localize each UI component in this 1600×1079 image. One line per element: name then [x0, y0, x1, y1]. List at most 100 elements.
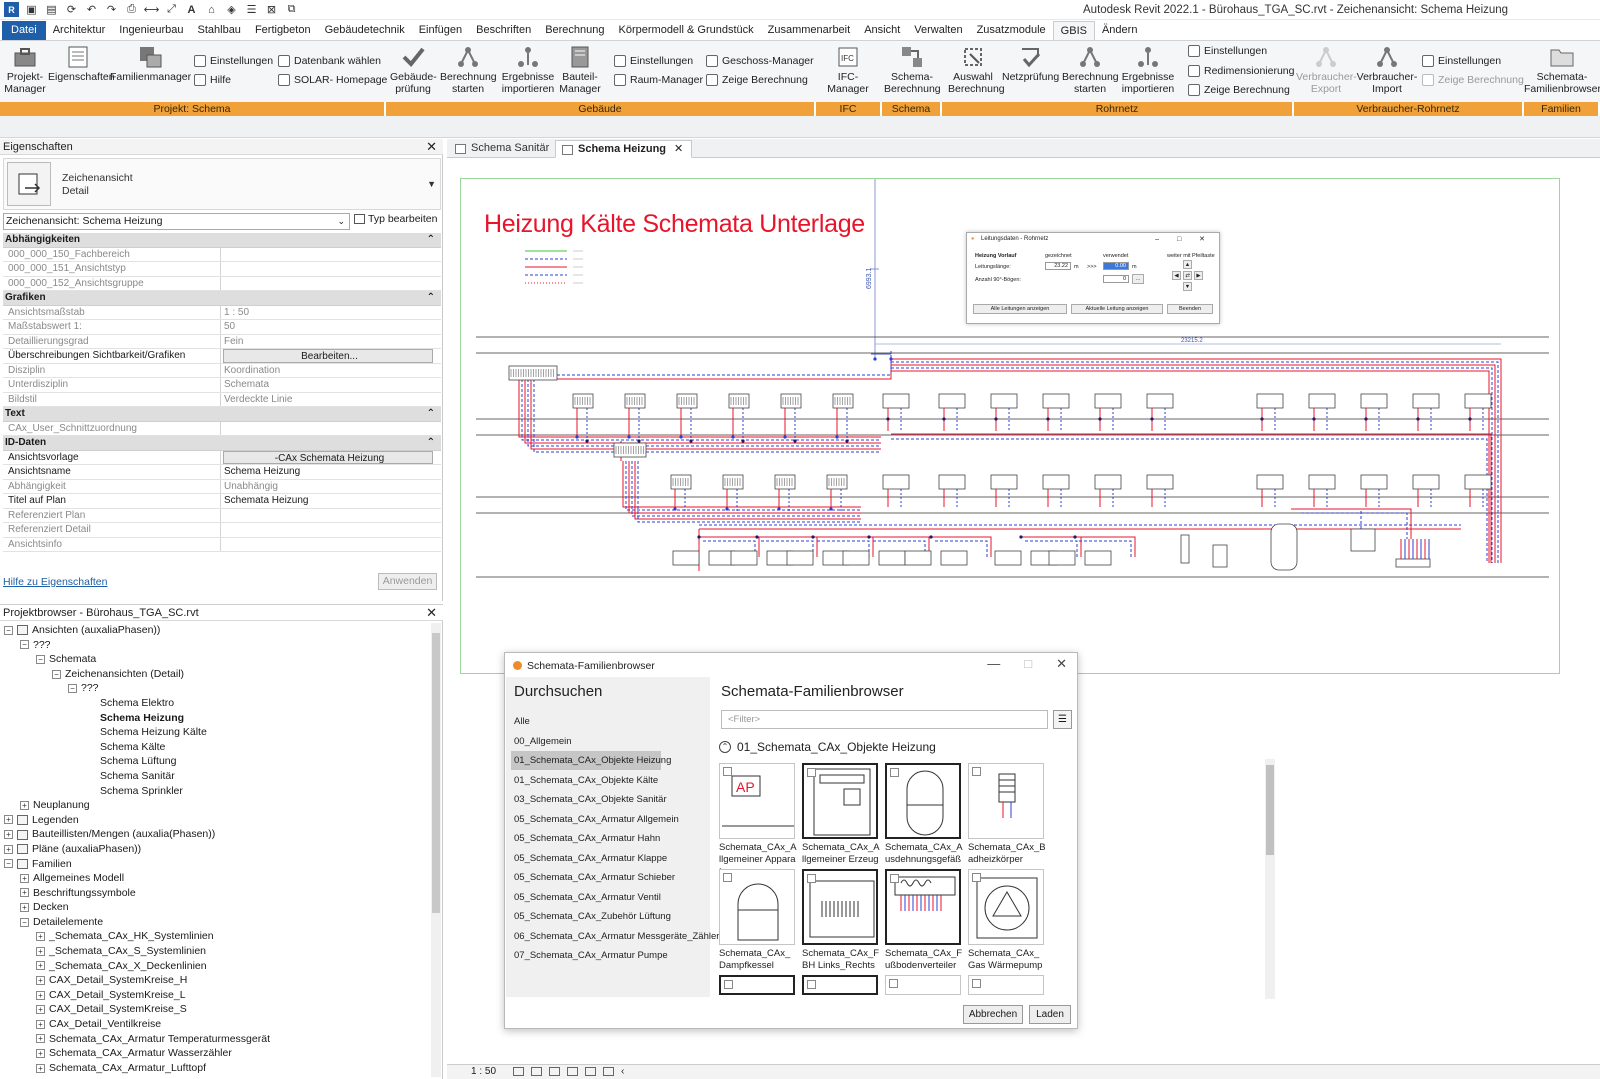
- pin-icon[interactable]: [567, 1067, 578, 1076]
- tree-node[interactable]: + Beschriftungssymbole: [0, 886, 428, 901]
- gebaeude-ergebnisse-button[interactable]: Ergebnisse importieren: [500, 44, 556, 95]
- ifc-manager-button[interactable]: IFC IFC-Manager: [819, 44, 877, 95]
- edit-type-button[interactable]: Typ bearbeiten: [354, 213, 437, 225]
- family-category-item[interactable]: 06_Schemata_CAx_Armatur Messgeräte_Zähle…: [511, 927, 719, 946]
- familienmanager-button[interactable]: Familienmanager: [110, 44, 191, 83]
- property-value[interactable]: Bearbeiten...: [223, 349, 433, 363]
- tree-node[interactable]: Schema Heizung: [0, 711, 428, 726]
- expand-icon[interactable]: +: [36, 1063, 45, 1073]
- tile-checkbox[interactable]: [972, 979, 981, 988]
- rohrnetz-einstellungen-button[interactable]: Einstellungen: [1188, 45, 1267, 57]
- datenbank-button[interactable]: Datenbank wählen: [278, 55, 381, 67]
- tree-node[interactable]: + CAX_Detail_SystemKreise_H: [0, 973, 428, 988]
- view-scale[interactable]: 1 : 50: [471, 1065, 496, 1079]
- expand-icon[interactable]: +: [4, 830, 13, 840]
- expand-icon[interactable]: +: [36, 1019, 45, 1029]
- tab-ansicht[interactable]: Ansicht: [857, 21, 907, 40]
- family-tile[interactable]: Schemata_CAx_Badheizkörper: [968, 763, 1046, 866]
- tile-checkbox[interactable]: [972, 873, 981, 882]
- hilfe-button[interactable]: Hilfe: [194, 74, 231, 86]
- show-current-pipe-button[interactable]: Aktuelle Leitung anzeigen: [1071, 304, 1163, 314]
- tile-checkbox[interactable]: [807, 768, 816, 777]
- tree-node[interactable]: + CAx_Detail_Ventilkreise: [0, 1017, 428, 1032]
- family-category-item[interactable]: 05_Schemata_CAx_Armatur Schieber: [511, 868, 675, 887]
- tab-einfügen[interactable]: Einfügen: [412, 21, 469, 40]
- tab-berechnung[interactable]: Berechnung: [538, 21, 611, 40]
- collapse-icon[interactable]: −: [4, 859, 13, 869]
- undo-icon[interactable]: ↶: [84, 2, 99, 17]
- dropdown-arrow-icon[interactable]: ▼: [427, 179, 436, 189]
- verbraucher-einstellungen-button[interactable]: Einstellungen: [1422, 55, 1501, 67]
- tab-architektur[interactable]: Architektur: [46, 21, 113, 40]
- apply-button[interactable]: Anwenden: [378, 573, 437, 590]
- scroll-thumb[interactable]: [432, 633, 440, 913]
- tree-node[interactable]: + Legenden: [0, 813, 428, 828]
- family-category-item[interactable]: 01_Schemata_CAx_Objekte Heizung: [511, 751, 671, 770]
- visual-style-icon[interactable]: [531, 1067, 542, 1076]
- geschoss-manager-button[interactable]: Geschoss-Manager: [706, 55, 814, 67]
- projekt-einstellungen-button[interactable]: Einstellungen: [194, 55, 273, 67]
- tab-körpermodell-grundstück[interactable]: Körpermodell & Grundstück: [612, 21, 761, 40]
- load-button[interactable]: Laden: [1029, 1005, 1071, 1024]
- tree-node[interactable]: + Schemata_CAx_Armatur Temperaturmessgerä…: [0, 1032, 428, 1047]
- expand-icon[interactable]: +: [4, 815, 13, 825]
- browser-scrollbar[interactable]: [431, 623, 441, 1077]
- family-category-item[interactable]: 05_Schemata_CAx_Zubehör Lüftung: [511, 907, 671, 926]
- property-category[interactable]: Text ⌃: [3, 407, 441, 422]
- schemata-familienbrowser-button[interactable]: Schemata-Familienbrowser: [1524, 44, 1600, 95]
- family-tile[interactable]: Schemata_CAx_Fußbodenverteiler_...: [885, 869, 963, 984]
- tree-node[interactable]: Schema Heizung Kälte: [0, 725, 428, 740]
- expand-icon[interactable]: +: [36, 946, 45, 956]
- tree-node[interactable]: + CAX_Detail_SystemKreise_S: [0, 1002, 428, 1017]
- length-used-field[interactable]: 0.00: [1103, 262, 1129, 270]
- minimize-icon[interactable]: —: [987, 656, 1000, 672]
- hide-icon[interactable]: [603, 1067, 614, 1076]
- sun-path-icon[interactable]: [549, 1067, 560, 1076]
- collapse-icon[interactable]: −: [4, 625, 13, 635]
- tree-node[interactable]: − Zeichenansichten (Detail): [0, 667, 428, 682]
- print-icon[interactable]: ⎙: [124, 2, 139, 17]
- expand-icon[interactable]: +: [36, 990, 45, 1000]
- family-tile[interactable]: APSchemata_CAx_Allgemeiner Apparat: [719, 763, 797, 878]
- family-tile[interactable]: Schemata_CAx_Gas Wärmepumpe: [968, 869, 1046, 984]
- type-selector[interactable]: Zeichenansicht Detail ▼: [3, 158, 441, 210]
- rohrnetz-ergebnisse-button[interactable]: Ergebnisse importieren: [1120, 44, 1176, 95]
- expand-icon[interactable]: +: [36, 1034, 45, 1044]
- gebaeude-pruefung-button[interactable]: Gebäude-prüfung: [390, 44, 437, 95]
- tree-node[interactable]: + Allgemeines Modell: [0, 871, 428, 886]
- switch-windows-icon[interactable]: ⧉: [284, 2, 299, 17]
- tile-checkbox[interactable]: [889, 979, 898, 988]
- arrow-up-icon[interactable]: ▲: [1183, 260, 1192, 269]
- detail-level-icon[interactable]: [513, 1067, 524, 1076]
- arrow-right-icon[interactable]: ▶: [1194, 271, 1203, 280]
- tile-checkbox[interactable]: [807, 874, 816, 883]
- redimensionierung-button[interactable]: Redimensionierung: [1188, 65, 1294, 77]
- swap-icon[interactable]: ⇄: [1183, 271, 1192, 280]
- measure-icon[interactable]: ⟷: [144, 2, 160, 17]
- bends-field[interactable]: 0: [1103, 275, 1129, 283]
- netzpruefung-button[interactable]: Netzprüfung: [1002, 44, 1059, 83]
- tab-zusammenarbeit[interactable]: Zusammenarbeit: [761, 21, 858, 40]
- end-button[interactable]: Beenden: [1167, 304, 1213, 314]
- expand-icon[interactable]: +: [36, 1048, 45, 1058]
- tree-node[interactable]: Schema Elektro: [0, 696, 428, 711]
- tile-checkbox[interactable]: [890, 768, 899, 777]
- property-value[interactable]: Schema Heizung: [221, 465, 441, 479]
- tile-checkbox[interactable]: [972, 767, 981, 776]
- expand-icon[interactable]: +: [20, 800, 29, 810]
- tree-node[interactable]: + Schemata_CAx_Armatur_Lufttopf: [0, 1061, 428, 1076]
- family-category-item[interactable]: 05_Schemata_CAx_Armatur Allgemein: [511, 810, 679, 829]
- property-value[interactable]: Schemata Heizung: [221, 494, 441, 508]
- collapse-icon[interactable]: ⌃: [427, 233, 435, 247]
- tree-node[interactable]: Schema Lüftung: [0, 754, 428, 769]
- eigenschaften-button[interactable]: Eigenschaften: [48, 44, 115, 83]
- tab-ingenieurbau[interactable]: Ingenieurbau: [112, 21, 190, 40]
- dimension-icon[interactable]: ⤢: [164, 2, 179, 17]
- close-icon[interactable]: ✕: [426, 605, 437, 621]
- text-icon[interactable]: A: [184, 2, 199, 17]
- more-button[interactable]: ...: [1132, 274, 1144, 284]
- tile-checkbox[interactable]: [723, 767, 732, 776]
- tree-node[interactable]: + CAX_Detail_SystemKreise_L: [0, 988, 428, 1003]
- tree-node[interactable]: − Schemata: [0, 652, 428, 667]
- tree-node[interactable]: + _Schemata_CAx_HK_Systemlinien: [0, 929, 428, 944]
